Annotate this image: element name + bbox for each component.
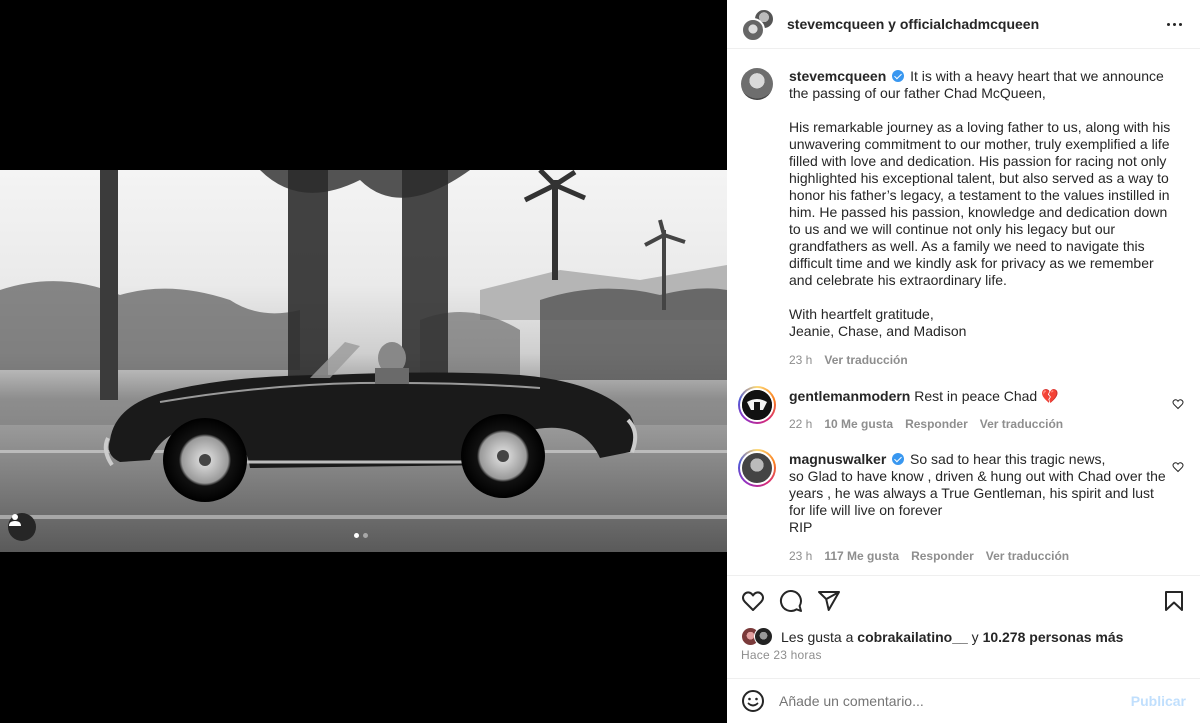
comment-likes[interactable]: 117 Me gusta [824,548,899,565]
post-caption: stevemcqueen It is with a heavy heart th… [741,68,1184,369]
liker-avatars [741,627,781,647]
avatar[interactable] [738,449,776,487]
coauthor-username[interactable]: officialchadmcqueen [900,16,1039,32]
comment-likes[interactable]: 10 Me gusta [824,416,893,433]
translate-link[interactable]: Ver traducción [824,352,907,369]
car-photo-illustration [0,170,727,552]
translate-link[interactable]: Ver traducción [986,548,1069,565]
emoji-icon[interactable] [741,689,765,713]
post-photo[interactable] [0,170,727,552]
comment-item: gentlemanmodern Rest in peace Chad 💔 22 … [738,386,1184,433]
post-timestamp[interactable]: Hace 23 horas [741,648,1186,662]
comments-list: stevemcqueen It is with a heavy heart th… [727,50,1200,575]
author-conjunction: y [888,16,896,32]
comment-first-line: So sad to hear this tragic news, [910,451,1106,467]
heart-icon[interactable] [1172,461,1184,473]
comment-time[interactable]: 22 h [789,416,812,433]
comment-text: Rest in peace Chad 💔 [914,388,1059,404]
comment-time[interactable]: 23 h [789,548,812,565]
avatar [741,18,765,42]
carousel-dot[interactable] [363,533,368,538]
tag-user-icon [9,514,21,526]
comment-username[interactable]: magnuswalker [789,451,886,467]
post-details-panel: stevemcqueen y officialchadmcqueen steve… [727,0,1200,723]
likes-middle: y [971,629,979,645]
avatar [754,627,773,646]
gentlemanmodern-logo-icon [742,390,772,420]
post-header: stevemcqueen y officialchadmcqueen [727,0,1200,49]
bookmark-icon[interactable] [1162,589,1186,613]
heart-icon[interactable] [741,589,765,613]
add-comment-bar: Publicar [727,678,1200,723]
verified-icon [892,453,905,465]
verified-icon [892,70,905,82]
comment-text: so Glad to have know , driven & hung out… [789,468,1166,535]
comment-icon[interactable] [779,589,803,613]
author-username[interactable]: stevemcqueen [787,16,884,32]
avatar[interactable] [738,386,776,424]
share-icon[interactable] [817,589,841,613]
collab-avatars[interactable] [741,8,775,42]
post-comment-button[interactable]: Publicar [1131,693,1186,709]
comment-username[interactable]: gentlemanmodern [789,388,910,404]
comment-input[interactable] [779,693,1131,709]
likes-prefix: Les gusta a [781,629,854,645]
caption-first-line: It is with a heavy heart that we announc… [910,68,1164,84]
post-media [0,0,727,723]
avatar[interactable] [741,68,773,100]
reply-button[interactable]: Responder [905,416,968,433]
tagged-users-button[interactable] [8,513,36,541]
caption-text: the passing of our father Chad McQueen, … [789,85,1171,339]
translate-link[interactable]: Ver traducción [980,416,1063,433]
liker-username[interactable]: cobrakailatino__ [857,629,968,645]
reply-button[interactable]: Responder [911,548,974,565]
heart-icon[interactable] [1172,398,1184,410]
likes-count[interactable]: 10.278 personas más [983,629,1124,645]
caption-username[interactable]: stevemcqueen [789,68,886,84]
carousel-indicator [354,533,368,538]
caption-time[interactable]: 23 h [789,352,812,369]
comment-item: magnuswalker So sad to hear this tragic … [738,449,1184,565]
post-authors: stevemcqueen y officialchadmcqueen [787,16,1039,32]
likes-summary: Les gusta a cobrakailatino__ y 10.278 pe… [741,627,1186,647]
more-options-icon[interactable] [1162,14,1186,34]
carousel-dot-active [354,533,359,538]
post-actions: Les gusta a cobrakailatino__ y 10.278 pe… [727,575,1200,662]
